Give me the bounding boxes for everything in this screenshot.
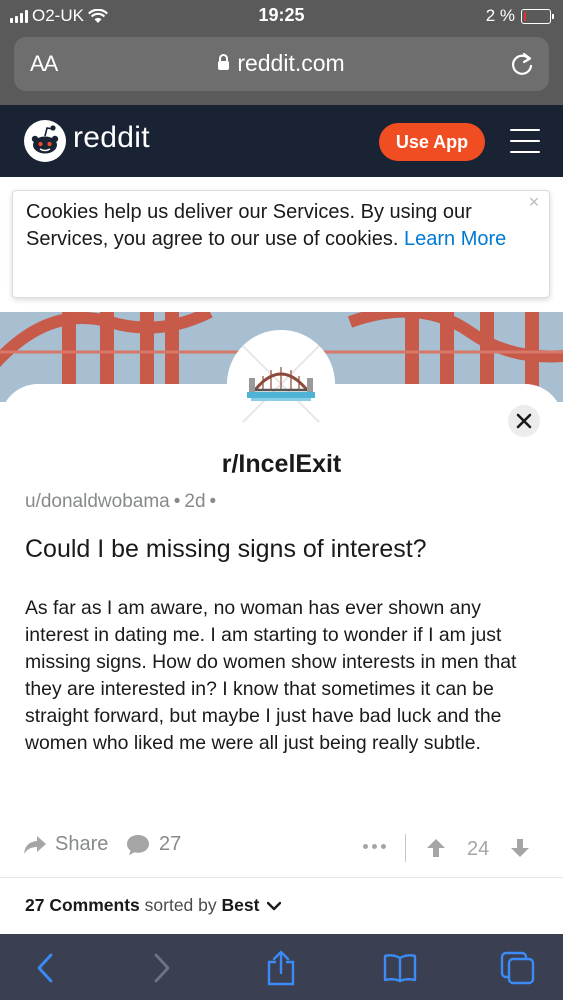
tabs-button[interactable] — [498, 948, 538, 988]
clock: 19:25 — [258, 5, 305, 25]
chevron-down-icon[interactable] — [267, 901, 282, 911]
comments-count-label: 27 Comments — [25, 895, 140, 915]
more-icon[interactable] — [363, 844, 386, 849]
browser-toolbar — [0, 934, 563, 1000]
vote-count: 24 — [467, 838, 490, 860]
learn-more-link[interactable]: Learn More — [404, 228, 506, 250]
site-header: reddit Use App — [0, 105, 563, 177]
post-age: 2d — [184, 491, 206, 512]
comments-sort-bar[interactable]: 27 Comments sorted by Best — [25, 895, 282, 916]
brand-wordmark[interactable]: reddit — [73, 121, 150, 155]
back-icon — [37, 953, 53, 983]
bookmarks-button[interactable] — [380, 948, 420, 988]
bookmarks-icon — [383, 954, 417, 983]
url-text: reddit.com — [237, 50, 345, 76]
use-app-button[interactable]: Use App — [379, 123, 485, 161]
divider — [0, 877, 563, 878]
browser-chrome-top: O2-UK 19:25 2 % AA reddit.com — [0, 0, 563, 105]
upvote-icon[interactable] — [426, 838, 446, 858]
subreddit-avatar[interactable] — [227, 330, 335, 438]
sorted-by-label: sorted by — [144, 895, 217, 915]
post-actions: Share 27 24 — [0, 826, 563, 866]
comment-icon — [127, 834, 149, 855]
subreddit-name[interactable]: r/IncelExit — [0, 450, 563, 479]
share-sheet-icon — [267, 950, 295, 986]
close-icon[interactable]: × — [526, 193, 542, 211]
lock-icon — [218, 54, 230, 70]
forward-button[interactable] — [142, 948, 182, 988]
tabs-icon — [500, 951, 535, 985]
back-button[interactable] — [25, 948, 65, 988]
hamburger-menu-icon[interactable] — [510, 129, 540, 153]
close-icon — [516, 413, 532, 429]
cookie-banner: Cookies help us deliver our Services. By… — [12, 190, 550, 298]
divider — [405, 834, 406, 862]
post-body: As far as I am aware, no woman has ever … — [25, 597, 517, 754]
post-meta: u/donaldwobama • 2d • — [25, 491, 217, 512]
url-display[interactable]: reddit.com — [14, 50, 549, 77]
author-link[interactable]: u/donaldwobama — [25, 491, 170, 512]
downvote-icon[interactable] — [510, 838, 530, 858]
status-bar: O2-UK 19:25 2 % — [0, 0, 563, 32]
battery-percent: 2 % — [485, 6, 515, 25]
comment-count: 27 — [159, 833, 182, 855]
share-icon — [24, 835, 46, 854]
share-button[interactable]: Share — [23, 833, 108, 856]
post-title: Could I be missing signs of interest? — [25, 535, 427, 563]
close-button[interactable] — [508, 405, 540, 437]
sort-value[interactable]: Best — [222, 895, 260, 915]
snoo-logo-icon[interactable] — [24, 120, 66, 162]
share-sheet-button[interactable] — [261, 948, 301, 988]
address-bar[interactable]: AA reddit.com — [14, 37, 549, 91]
battery-icon — [521, 8, 554, 24]
reload-icon[interactable] — [509, 50, 535, 78]
comments-button[interactable]: 27 — [126, 833, 181, 856]
share-label: Share — [55, 833, 109, 855]
forward-icon — [154, 953, 170, 983]
